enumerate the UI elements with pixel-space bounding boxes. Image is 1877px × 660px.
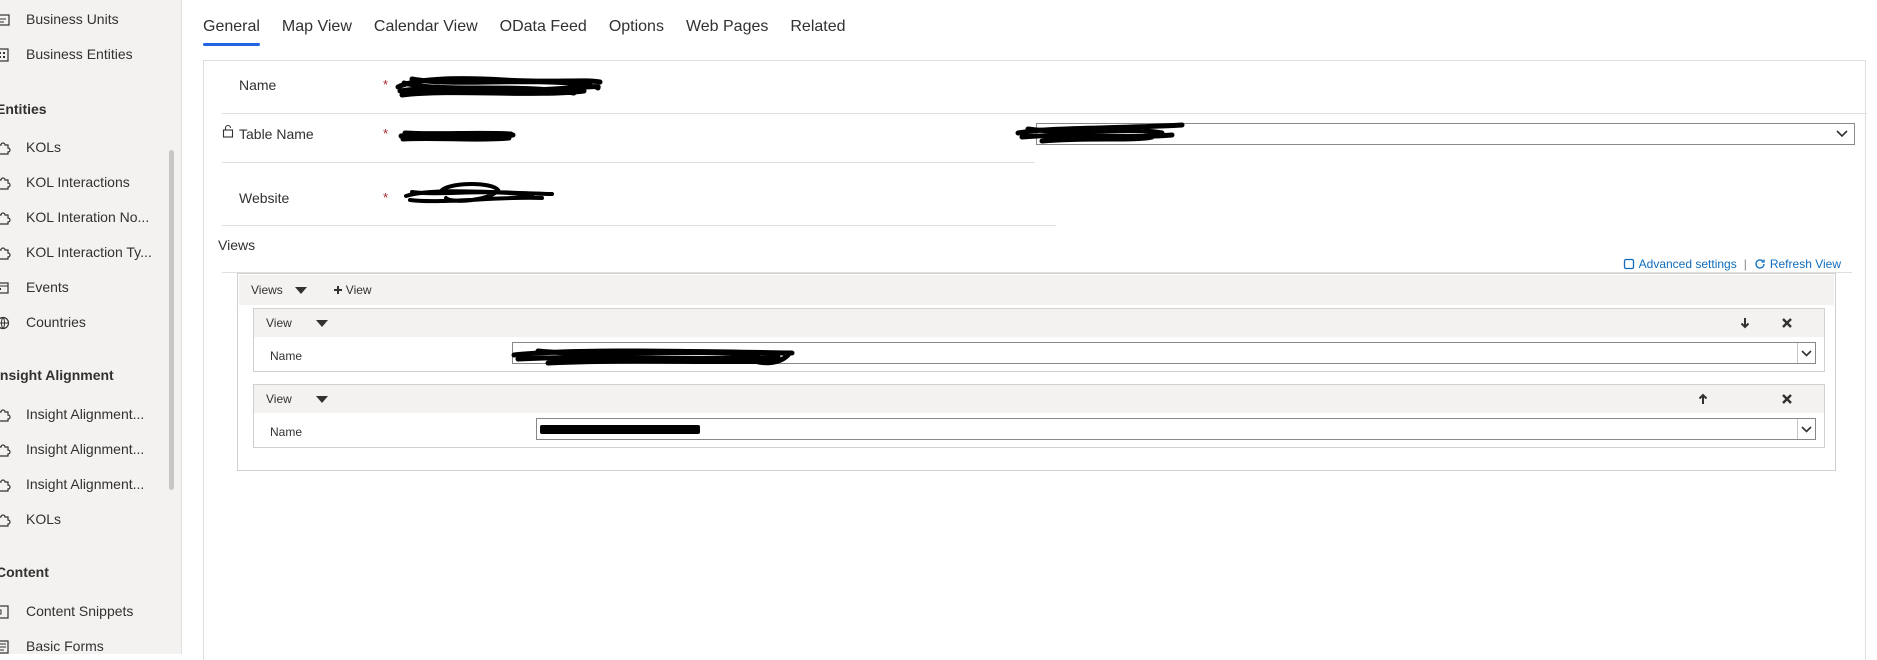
view-block: View Name [253,384,1825,448]
lock-icon [222,124,234,138]
table-name-select-value [1015,122,1185,144]
select-chevron [1797,343,1815,363]
settings-checkbox-icon [1623,258,1634,270]
view-block-header: View [254,309,1824,337]
sidebar-group-content: Content [0,564,49,580]
sidebar-item-label: Countries [26,314,86,330]
add-view-button[interactable]: View [333,283,372,297]
sidebar-item-label: KOL Interaction Ty... [26,244,152,260]
sidebar-item-label: Content Snippets [26,603,134,619]
remove-view-icon[interactable] [1780,316,1794,330]
name-field[interactable] [394,73,604,99]
chevron-down-icon [1801,349,1812,357]
tab-related[interactable]: Related [790,12,845,46]
required-marker: * [383,77,389,92]
building-icon [0,48,9,62]
view-name-select[interactable] [536,418,1816,440]
sidebar-item-label: KOLs [26,139,62,155]
remove-view-icon[interactable] [1780,392,1794,406]
website-field[interactable] [402,178,562,210]
sidebar-item-label: Business Entities [26,46,133,62]
sidebar-item-label: Insight Alignment... [26,406,145,422]
form-icon [0,640,9,654]
link-separator: | [1743,257,1747,271]
chevron-down-icon [1836,130,1848,138]
website-label: Website [239,190,290,206]
select-chevron [1797,419,1815,439]
puzzle-icon [0,177,11,190]
field-divider [222,162,1035,163]
move-up-icon[interactable] [1696,392,1710,406]
puzzle-icon [0,479,11,492]
table-name-value [398,130,516,142]
puzzle-icon [0,444,11,457]
field-divider [222,113,1867,114]
sidebar-item-label: KOLs [26,511,62,527]
tab-general[interactable]: General [203,12,260,46]
refresh-icon [1755,259,1765,269]
calendar-icon [0,282,9,294]
view-dropdown-toggle[interactable] [315,395,328,403]
tab-bar: General Map View Calendar View OData Fee… [203,12,868,46]
globe-icon [0,316,10,330]
refresh-view-link[interactable]: Refresh View [1770,257,1841,271]
views-header: Views View [239,275,1834,305]
tab-map-view[interactable]: Map View [282,12,352,46]
view-name-label: Name [270,349,303,363]
sidebar-item-label: Business Units [26,11,119,27]
field-divider [222,225,1056,226]
view-block: View Name [253,308,1825,372]
puzzle-icon [0,212,11,225]
general-form-panel: Name * Table Name * Website * Views Adva… [203,60,1867,660]
required-marker: * [383,126,389,141]
sidebar-item-label: Basic Forms [26,638,104,654]
tab-web-pages[interactable]: Web Pages [686,12,768,46]
view-name-label: Name [270,425,303,439]
sidebar: Business Units Business Entities Entitie… [0,0,182,654]
plus-icon [333,286,342,294]
puzzle-icon [0,247,11,260]
sidebar-item-label: Events [26,279,69,295]
views-container: Views View View Name View Name [237,273,1836,471]
view-name-value [511,348,795,366]
sidebar-scrollbar[interactable] [169,150,174,490]
tab-odata-feed[interactable]: OData Feed [500,12,587,46]
sidebar-group-entities: Entities [0,101,47,117]
sidebar-item-label: KOL Interactions [26,174,130,190]
name-label: Name [239,77,277,93]
table-name-label: Table Name [239,126,314,142]
puzzle-icon [0,409,11,422]
view-block-header: View [254,385,1824,413]
tab-calendar-view[interactable]: Calendar View [374,12,478,46]
view-block-title: View [266,316,292,330]
advanced-settings-link[interactable]: Advanced settings [1639,257,1737,271]
views-section-label: Views [218,237,256,253]
add-view-label: View [345,283,372,297]
snippet-icon [0,605,9,619]
chevron-down-icon [1801,425,1812,433]
view-name-value [540,425,700,434]
views-header-label: Views [251,283,283,297]
sidebar-group-insight-alignment: Insight Alignment [0,367,114,383]
sidebar-item-label: Insight Alignment... [26,476,145,492]
views-actions: Advanced settings | Refresh View [1623,257,1841,271]
puzzle-icon [0,142,11,155]
business-unit-icon [0,14,10,26]
sidebar-item-label: KOL Interation No... [26,209,150,225]
move-down-icon[interactable] [1738,316,1752,330]
view-dropdown-toggle[interactable] [315,319,328,327]
view-block-title: View [266,392,292,406]
views-dropdown-toggle[interactable] [294,286,307,294]
puzzle-icon [0,514,11,527]
tab-options[interactable]: Options [609,12,664,46]
sidebar-item-label: Insight Alignment... [26,441,145,457]
required-marker: * [383,190,389,205]
